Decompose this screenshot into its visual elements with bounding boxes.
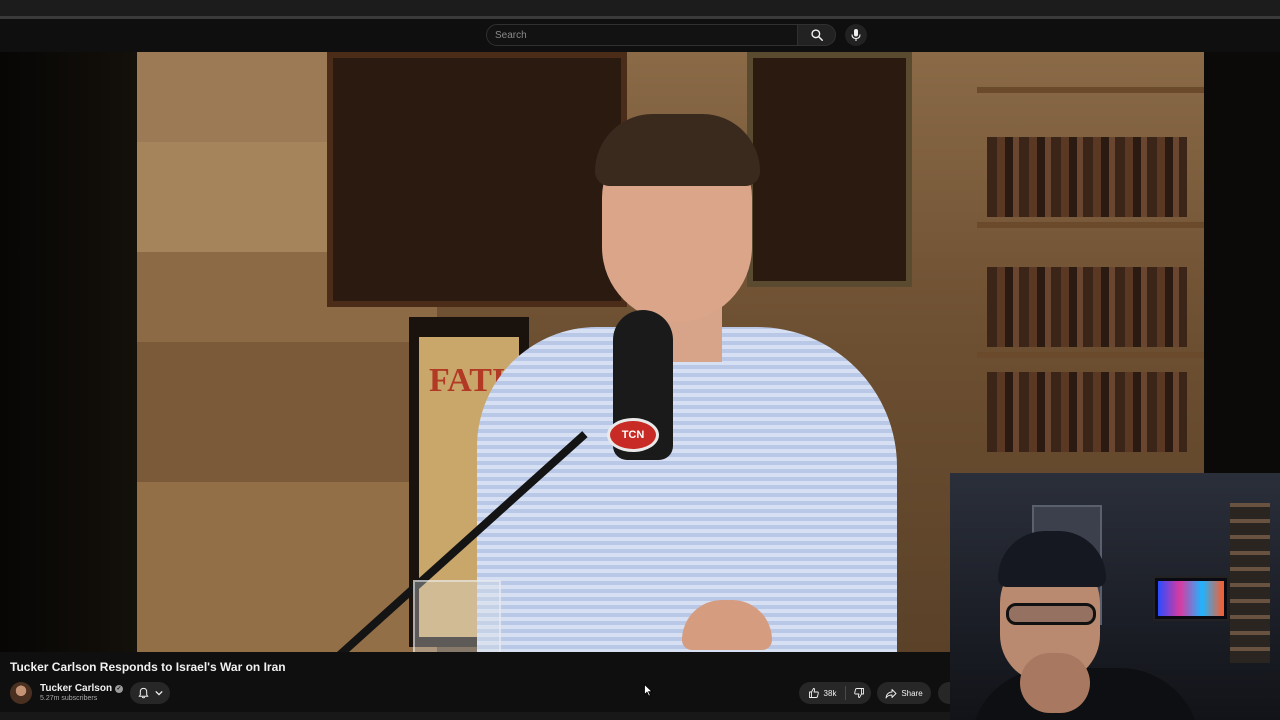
search-icon	[810, 29, 823, 42]
wall-plank	[137, 342, 437, 484]
player-letterbox-left	[0, 52, 137, 652]
bookshelf-board	[977, 87, 1204, 93]
search-input[interactable]	[487, 25, 797, 45]
wall-picture-frame	[747, 52, 912, 287]
bottom-shade	[0, 712, 950, 720]
bookshelf-board	[977, 352, 1204, 358]
subscriber-count: 5.27m subscribers	[40, 695, 98, 702]
wall-plank	[137, 482, 437, 652]
share-label: Share	[901, 688, 923, 698]
bookshelf-board	[977, 222, 1204, 228]
webcam-tv	[1153, 576, 1229, 621]
video-title: Tucker Carlson Responds to Israel's War …	[10, 660, 286, 674]
search-button[interactable]	[798, 24, 836, 46]
webcam-overlay	[950, 473, 1280, 720]
water-glass	[413, 580, 501, 652]
books	[987, 267, 1187, 347]
webcam-bookshelf	[1230, 503, 1270, 663]
browser-top-strip	[0, 0, 1280, 16]
chevron-down-icon	[154, 690, 163, 696]
webcam-tv-screen	[1158, 581, 1224, 616]
share-button[interactable]: Share	[877, 682, 931, 704]
wall-picture-frame	[327, 52, 627, 307]
mic-icon	[851, 29, 861, 41]
bell-icon	[137, 687, 149, 699]
streamer-hand	[1020, 653, 1090, 713]
thumbs-down-icon	[853, 688, 864, 698]
share-icon	[885, 688, 897, 698]
search-box[interactable]	[486, 24, 798, 46]
books	[987, 372, 1187, 452]
mouse-cursor-icon	[644, 684, 653, 697]
like-button[interactable]: 38k	[799, 682, 845, 704]
thumbs-up-icon	[808, 688, 819, 698]
dislike-button[interactable]	[846, 682, 871, 704]
like-dislike-group: 38k	[799, 682, 871, 704]
channel-avatar[interactable]	[10, 682, 32, 704]
host-hair	[595, 114, 760, 186]
notifications-button[interactable]	[130, 682, 170, 704]
channel-name-link[interactable]: Tucker Carlson ✓	[40, 683, 124, 694]
channel-name[interactable]: Tucker Carlson	[40, 683, 112, 694]
mic-flag-badge: TCN	[607, 418, 659, 452]
streamer-glasses	[1006, 603, 1096, 625]
books	[987, 137, 1187, 217]
voice-search-button[interactable]	[845, 24, 867, 46]
host-shirt	[477, 327, 897, 652]
like-count: 38k	[823, 688, 837, 698]
verified-icon: ✓	[115, 684, 124, 693]
more-actions-button[interactable]	[938, 682, 950, 704]
